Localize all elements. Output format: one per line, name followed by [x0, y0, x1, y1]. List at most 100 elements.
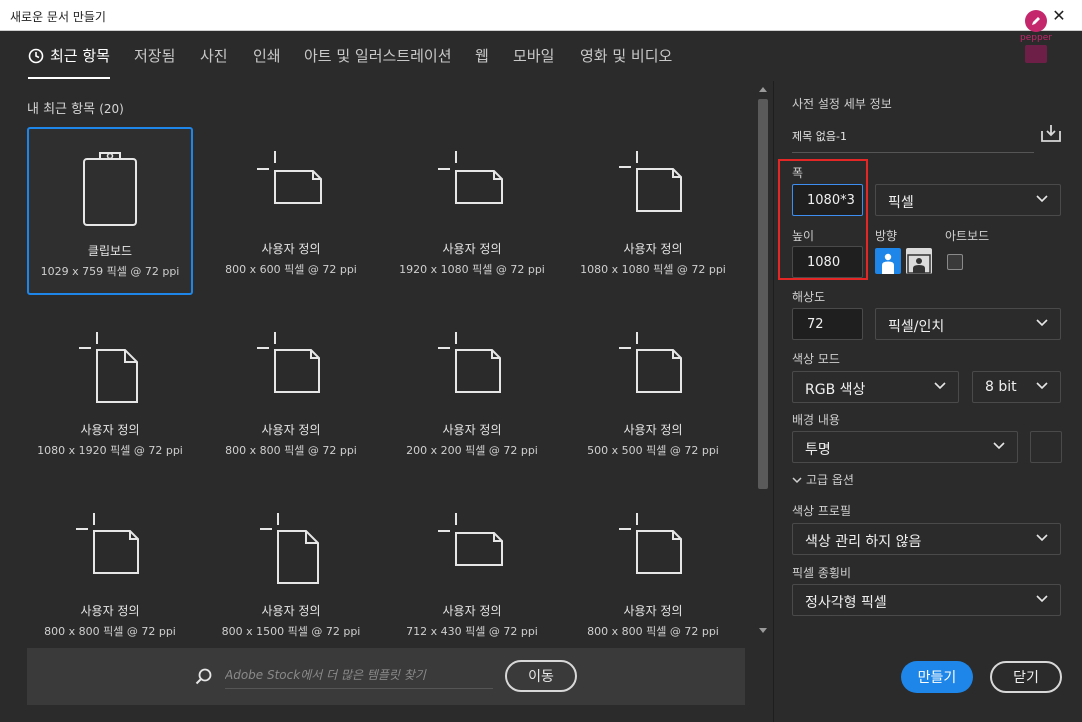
preset-size: 500 x 500 픽셀 @ 72 ppi	[587, 444, 719, 457]
square-doc-icon	[570, 330, 736, 410]
scroll-up-icon[interactable]	[759, 87, 767, 92]
preset-card[interactable]: 클립보드 1029 x 759 픽셀 @ 72 ppi	[27, 127, 193, 295]
advanced-options-toggle[interactable]: 고급 옵션	[792, 471, 854, 488]
background-value: 투명	[805, 442, 831, 458]
unit-dropdown[interactable]: 픽셀	[875, 184, 1061, 216]
pixel-aspect-label: 픽셀 종횡비	[792, 566, 852, 580]
tab-mobile[interactable]: 모바일	[513, 45, 554, 79]
width-input[interactable]: 1080*3	[792, 184, 863, 216]
landscape-person-icon	[907, 254, 931, 274]
preset-name: 사용자 정의	[80, 423, 140, 437]
resolution-input[interactable]: 72	[792, 308, 863, 340]
square-doc-icon	[208, 330, 374, 410]
search-icon	[195, 668, 212, 685]
resolution-unit-value: 픽셀/인치	[888, 319, 945, 335]
advanced-options-label: 고급 옵션	[806, 473, 854, 487]
chevron-down-icon	[1036, 195, 1048, 203]
preset-card[interactable]: 사용자 정의 800 x 800 픽셀 @ 72 ppi	[27, 489, 193, 657]
stock-search-input[interactable]	[225, 661, 493, 689]
background-dropdown[interactable]: 투명	[792, 431, 1018, 463]
tab-web[interactable]: 웹	[475, 45, 489, 79]
bit-depth-dropdown[interactable]: 8 bit	[972, 371, 1061, 403]
pen-icon	[1025, 10, 1047, 32]
save-preset-icon[interactable]	[1040, 123, 1062, 143]
preset-card[interactable]: 사용자 정의 1080 x 1920 픽셀 @ 72 ppi	[27, 308, 193, 476]
height-input[interactable]: 1080	[792, 246, 863, 278]
square-doc-icon	[27, 511, 193, 591]
scrollbar-thumb[interactable]	[758, 99, 768, 489]
artboard-label: 아트보드	[945, 229, 990, 243]
preset-size: 800 x 800 픽셀 @ 72 ppi	[44, 625, 176, 638]
preset-details-panel: 사전 설정 세부 정보 제목 없음-1 폭 1080*3 픽셀 높이 1080 …	[773, 81, 1082, 722]
square-doc-icon	[570, 149, 736, 229]
tab-saved[interactable]: 저장됨	[134, 45, 175, 79]
resolution-unit-dropdown[interactable]: 픽셀/인치	[875, 308, 1061, 340]
preset-size: 800 x 800 픽셀 @ 72 ppi	[587, 625, 719, 638]
preset-card[interactable]: 사용자 정의 800 x 800 픽셀 @ 72 ppi	[570, 489, 736, 657]
preset-card[interactable]: 사용자 정의 800 x 1500 픽셀 @ 72 ppi	[208, 489, 374, 657]
preset-name: 사용자 정의	[442, 604, 502, 618]
tab-film-video[interactable]: 영화 및 비디오	[580, 45, 672, 79]
tab-photo[interactable]: 사진	[200, 45, 228, 79]
stock-search-bar: 이동	[27, 648, 745, 705]
preset-card[interactable]: 사용자 정의 800 x 800 픽셀 @ 72 ppi	[208, 308, 374, 476]
resolution-label: 해상도	[792, 290, 826, 304]
scroll-down-icon[interactable]	[759, 628, 767, 633]
pepper-badge	[1025, 45, 1047, 63]
window-title: 새로운 문서 만들기	[10, 10, 106, 24]
recent-items-heading: 내 최근 항목 (20)	[27, 102, 124, 117]
chevron-down-icon	[1036, 319, 1048, 327]
preset-size: 1080 x 1080 픽셀 @ 72 ppi	[580, 263, 726, 276]
preset-size: 800 x 800 픽셀 @ 72 ppi	[225, 444, 357, 457]
unit-value: 픽셀	[888, 195, 914, 211]
go-button[interactable]: 이동	[505, 660, 577, 692]
square-doc-icon	[389, 330, 555, 410]
preset-size: 1080 x 1920 픽셀 @ 72 ppi	[37, 444, 183, 457]
portrait-person-icon	[882, 253, 894, 274]
color-mode-value: RGB 색상	[805, 382, 866, 398]
preset-size: 800 x 1500 픽셀 @ 72 ppi	[221, 625, 361, 638]
clock-icon	[28, 48, 44, 64]
preset-size: 200 x 200 픽셀 @ 72 ppi	[406, 444, 538, 457]
preset-card[interactable]: 사용자 정의 1080 x 1080 픽셀 @ 72 ppi	[570, 127, 736, 295]
orientation-label: 방향	[875, 229, 898, 243]
landscape-doc-icon	[389, 149, 555, 229]
portrait-orientation-button[interactable]	[875, 248, 901, 274]
artboard-checkbox[interactable]	[947, 254, 963, 270]
tab-recent[interactable]: 최근 항목	[28, 45, 110, 79]
bit-depth-value: 8 bit	[985, 379, 1017, 395]
preset-card[interactable]: 사용자 정의 712 x 430 픽셀 @ 72 ppi	[389, 489, 555, 657]
document-name-field[interactable]: 제목 없음-1	[792, 121, 1034, 153]
portrait-doc-icon	[208, 511, 374, 591]
chevron-down-icon	[1036, 534, 1048, 542]
chevron-down-icon	[792, 477, 802, 484]
pixel-aspect-value: 정사각형 픽셀	[805, 595, 887, 611]
create-button[interactable]: 만들기	[901, 661, 973, 693]
window-titlebar: 새로운 문서 만들기 ✕	[0, 0, 1082, 31]
chevron-down-icon	[934, 382, 946, 390]
color-profile-label: 색상 프로필	[792, 504, 852, 518]
preset-name: 사용자 정의	[623, 423, 683, 437]
height-label: 높이	[792, 229, 815, 243]
tab-art-illustration[interactable]: 아트 및 일러스트레이션	[304, 45, 452, 79]
preset-card[interactable]: 사용자 정의 200 x 200 픽셀 @ 72 ppi	[389, 308, 555, 476]
preset-card[interactable]: 사용자 정의 1920 x 1080 픽셀 @ 72 ppi	[389, 127, 555, 295]
preset-card[interactable]: 사용자 정의 800 x 600 픽셀 @ 72 ppi	[208, 127, 374, 295]
pixel-aspect-dropdown[interactable]: 정사각형 픽셀	[792, 584, 1061, 616]
preset-name: 사용자 정의	[261, 604, 321, 618]
background-color-swatch[interactable]	[1030, 431, 1062, 463]
tab-print[interactable]: 인쇄	[253, 45, 281, 79]
landscape-orientation-button[interactable]	[906, 248, 932, 274]
color-mode-dropdown[interactable]: RGB 색상	[792, 371, 959, 403]
preset-card[interactable]: 사용자 정의 500 x 500 픽셀 @ 72 ppi	[570, 308, 736, 476]
recent-items-panel: 내 최근 항목 (20) 클립보드 1029 x 759 픽셀 @ 72 ppi 사…	[0, 81, 773, 722]
preset-name: 사용자 정의	[623, 604, 683, 618]
vertical-scrollbar[interactable]	[756, 81, 770, 643]
preset-name: 사용자 정의	[623, 242, 683, 256]
tab-label: 최근 항목	[50, 47, 110, 65]
color-profile-dropdown[interactable]: 색상 관리 하지 않음	[792, 523, 1061, 555]
close-button[interactable]: 닫기	[990, 661, 1062, 693]
category-tabs: 최근 항목 저장됨 사진 인쇄 아트 및 일러스트레이션 웹 모바일 영화 및 …	[0, 31, 1082, 81]
preset-size: 800 x 600 픽셀 @ 72 ppi	[225, 263, 357, 276]
color-profile-value: 색상 관리 하지 않음	[805, 534, 922, 550]
